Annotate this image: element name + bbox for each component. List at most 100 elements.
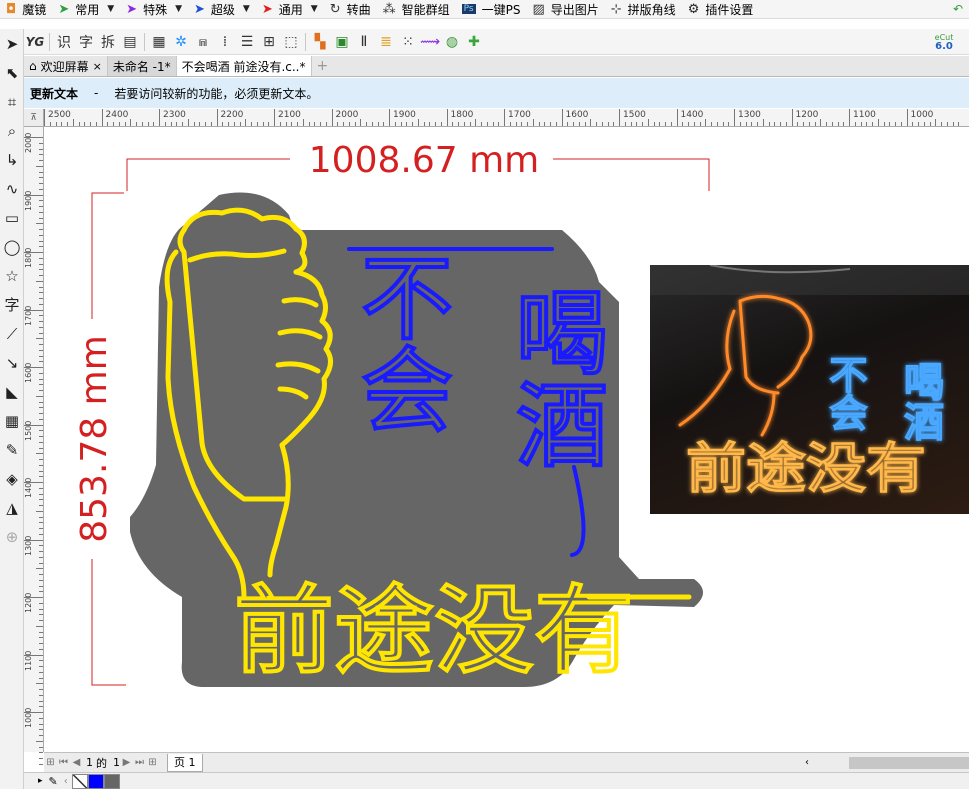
list-icon[interactable]: ≣ [375,31,397,53]
add-page-icon[interactable]: ⊞ [44,757,57,768]
picture-icon[interactable]: ▣ [331,31,353,53]
tab-untitled[interactable]: 未命名 -1* [107,56,177,76]
scroll-left-icon[interactable]: ‹ [805,757,809,768]
prev-page-icon[interactable]: ◀ [70,757,83,768]
ruler-label: 2500 [48,110,71,120]
palette-scroll-icon[interactable]: ‹ [64,776,68,787]
ruler-origin[interactable]: ⊼ [24,109,44,127]
dots-icon[interactable]: ⁙ [397,31,419,53]
text-layout-icon[interactable]: Ⅱ [353,31,375,53]
menu-6[interactable]: ⁂ 智能群组 [377,0,456,18]
menu-1[interactable]: ➤ 常用 ▼ [52,0,120,18]
puzzle-icon[interactable]: ✚ [463,31,485,53]
scrollbar-thumb[interactable] [849,756,969,769]
connector-tool-icon[interactable]: ↘ [0,348,24,377]
dimension-tool-icon[interactable]: ⟋ [0,319,24,348]
shadow-tool-icon[interactable]: ◣ [0,377,24,406]
menu-7[interactable]: Ps 一键PS [456,0,527,18]
ellipse-tool-icon[interactable]: ◯ [0,232,24,261]
no-color-swatch[interactable] [71,773,88,789]
crop-tool-icon[interactable]: ⌗ [0,87,24,116]
page-navigation-bar: ⊞ ⏮ ◀ 1 的 1 ▶ ⏭ ⊞ 页 1 ‹ [44,752,969,772]
close-icon[interactable]: × [93,60,102,73]
color-blocks-icon[interactable]: ▚ [309,31,331,53]
ruler-label: 1700 [508,110,531,120]
menu-0[interactable]: ◘ 魔镜 [0,0,52,18]
table-icon[interactable]: ▦ [148,31,170,53]
transparency-tool-icon[interactable]: ▦ [0,406,24,435]
vertical-ruler[interactable]: 2000 1900 1800 1700 1600 1500 1400 1300 1200 1100… [24,127,44,765]
chevron-down-icon[interactable]: ▼ [175,4,182,14]
first-page-icon[interactable]: ⏮ [57,757,70,768]
toolbox: ➤ ⬉ ⌗ ⌕ ↳ ∿ ▭ ◯ ☆ 字 ⟋ ↘ ◣ ▦ ✎ ◈ ◮ ⊕ [0,29,24,789]
add-page-after-icon[interactable]: ⊞ [146,757,159,768]
page-total: 1 [113,756,120,769]
tab-current-document[interactable]: 不会喝酒 前途没有.c..* [176,56,312,76]
horizontal-ruler[interactable]: 2500 2400 2300 2200 2100 2000 1900 1800 1700 1600… [44,109,969,127]
chevron-down-icon[interactable]: ▼ [311,4,318,14]
rectangle-tool-icon[interactable]: ▭ [0,203,24,232]
mirror-icon: ◘ [6,1,17,17]
smart-fill-tool-icon[interactable]: ◮ [0,493,24,522]
shape-tool-icon[interactable]: ⬉ [0,58,24,87]
menu-9[interactable]: ⊹ 拼版角线 [605,0,682,18]
menu-10[interactable]: ⚙ 插件设置 [682,0,760,18]
ruler-label: 2200 [220,110,244,120]
update-notice-bar: 更新文本 - 若要访问较新的功能，必须更新文本。 [24,78,969,108]
lines-icon[interactable]: ☰ [236,31,258,53]
yg-button[interactable]: YG [24,31,46,53]
reference-photo[interactable]: 不会 喝酒 前途没有 [650,265,969,514]
ruler-label: 1900 [393,110,416,120]
menu-4[interactable]: ➤ 通用 ▼ [256,0,324,18]
chevron-down-icon[interactable]: ▼ [243,4,250,14]
font-button[interactable]: 字 [75,31,97,53]
add-tool-icon[interactable]: ⊕ [0,522,24,551]
drawing-canvas[interactable]: 1008.67 mm 853.78 mm 不会 喝酒 前途没有 不会 喝酒 前途… [44,127,969,752]
ruler-label: 1600 [565,110,589,120]
menu-3[interactable]: ➤ 超级 ▼ [188,0,256,18]
magic-icon[interactable]: ⟿ [419,31,441,53]
photo-neon-text-2: 喝酒 [897,361,943,441]
eyedropper-tool-icon[interactable]: ✎ [0,435,24,464]
pattern-icon[interactable]: ✲ [170,31,192,53]
text-tool-icon[interactable]: 字 [0,290,24,319]
last-page-icon[interactable]: ⏭ [133,757,146,768]
menu-5[interactable]: ↻ 转曲 [324,0,377,18]
split-button[interactable]: 拆 [97,31,119,53]
ecut-badge-icon[interactable]: eCut 6.0 [933,31,955,53]
color-palette: ▸ ✎ ‹ [24,772,969,789]
notice-message: 若要访问较新的功能，必须更新文本。 [114,86,319,101]
menu-8[interactable]: ▨ 导出图片 [526,0,604,18]
zoom-tool-icon[interactable]: ⌕ [0,116,24,145]
select-region-icon[interactable]: ⬚ [280,31,302,53]
align-icon[interactable]: ⊞ [258,31,280,53]
layers-icon[interactable]: ▤ [119,31,141,53]
arrow-icon: ➤ [126,1,138,17]
undo-icon[interactable]: ↶ [947,0,969,18]
ruler-label: 2100 [278,110,301,120]
recognize-button[interactable]: 识 [53,31,75,53]
ruler-label: 2400 [105,110,129,120]
blue-swatch[interactable] [87,773,104,789]
chevron-down-icon[interactable]: ▼ [107,4,114,14]
freehand-tool-icon[interactable]: ↳ [0,145,24,174]
ruler-label: 1800 [24,247,33,268]
bezier-tool-icon[interactable]: ∿ [0,174,24,203]
star-tool-icon[interactable]: ☆ [0,261,24,290]
ruler-label: 1300 [24,535,33,556]
gear-icon: ⚙ [687,1,700,17]
globe-icon[interactable]: ◍ [441,31,463,53]
gray-swatch[interactable] [103,773,120,789]
fill-tool-icon[interactable]: ◈ [0,464,24,493]
distribute-icon[interactable]: ⁞ [214,31,236,53]
tab-home[interactable]: ⌂ 欢迎屏幕 × [24,56,108,76]
eyedropper-icon[interactable]: ✎ [49,775,58,788]
pick-tool-icon[interactable]: ➤ [0,29,24,58]
next-page-icon[interactable]: ▶ [120,757,133,768]
node-icon[interactable]: ⩎ [192,31,214,53]
palette-expand-icon[interactable]: ▸ [38,776,43,786]
horizontal-scrollbar[interactable]: ‹ [805,754,969,772]
new-tab-button[interactable]: + [312,56,334,76]
menu-2[interactable]: ➤ 特殊 ▼ [120,0,188,18]
page-tab-1[interactable]: 页 1 [167,753,203,772]
